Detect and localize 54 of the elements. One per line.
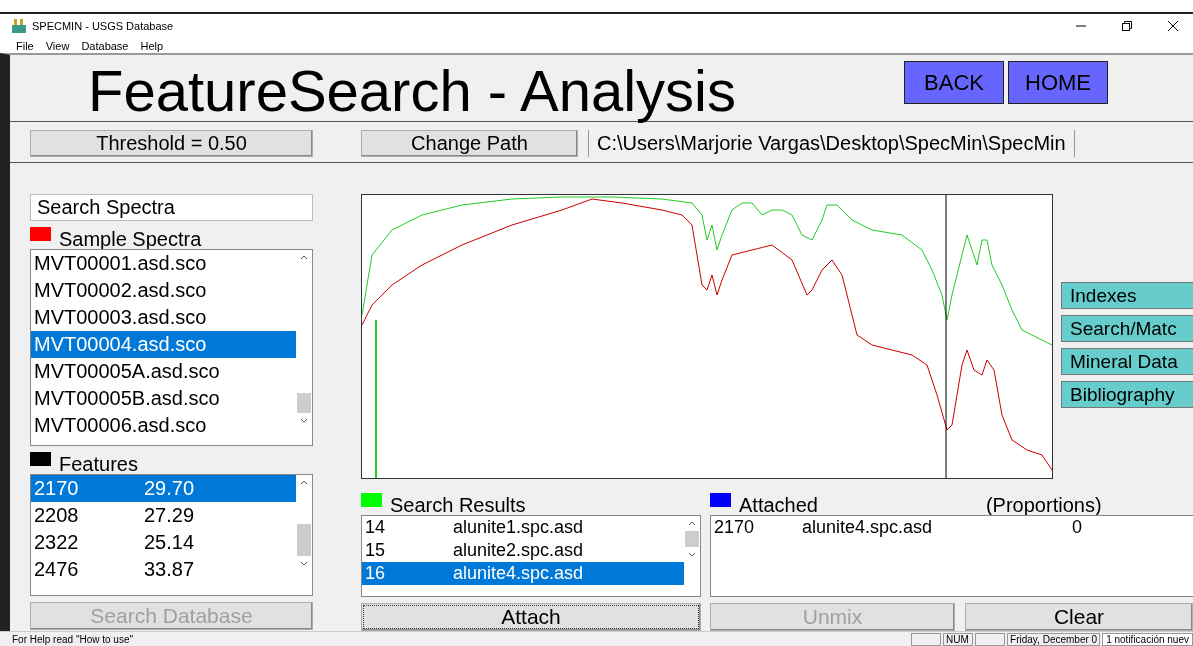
list-label: Search Results [390, 495, 526, 515]
menu-item[interactable]: File [16, 39, 34, 52]
threshold-button[interactable]: Threshold = 0.50 [30, 130, 313, 157]
restore-icon[interactable] [1122, 21, 1132, 31]
nav-button[interactable]: BACK [904, 61, 1004, 104]
list-item[interactable]: 2170 29.70 [31, 475, 296, 502]
list-item[interactable]: MVT00005B.asd.sco [31, 385, 296, 412]
list-item[interactable]: MVT00005A.asd.sco [31, 358, 296, 385]
scroll-down-icon[interactable] [300, 418, 308, 423]
nav-button[interactable]: HOME [1008, 61, 1108, 104]
path-display: C:\Users\Marjorie Vargas\Desktop\SpecMin\SpecMin [588, 130, 1075, 157]
status-pane [911, 632, 942, 646]
scroll-thumb[interactable] [685, 531, 699, 547]
scroll-down-icon[interactable] [300, 561, 308, 566]
notification-tooltip: 1 notificación nuev [1102, 632, 1193, 646]
list-label: Attached [739, 495, 818, 515]
side-button[interactable]: Mineral Data [1061, 348, 1193, 375]
list-label: Features [59, 454, 138, 474]
scroll-up-icon[interactable] [300, 255, 308, 260]
list-item[interactable]: 16 alunite4.spc.asd [362, 562, 684, 585]
list-item[interactable]: 2476 33.87 [31, 556, 296, 583]
list-item[interactable]: MVT00002.asd.sco [31, 277, 296, 304]
side-button[interactable]: Bibliography [1061, 381, 1193, 408]
menu-item[interactable]: View [45, 39, 70, 52]
search-field[interactable]: Search Spectra [30, 194, 313, 221]
window-title: SPECMIN - USGS Database [32, 20, 174, 32]
list-item[interactable]: MVT00003.asd.sco [31, 304, 296, 331]
list-item[interactable]: 2208 27.29 [31, 502, 296, 529]
attach-button[interactable]: Attach [361, 603, 701, 631]
list-item[interactable]: 2170 alunite4.spc.asd 0 [711, 516, 1193, 539]
list-item[interactable]: MVT00001.asd.sco [31, 250, 296, 277]
scroll-thumb[interactable] [297, 524, 311, 556]
page-heading: FeatureSearch - Analysis [88, 61, 737, 121]
list-item[interactable]: 14 alunite1.spc.asd [362, 516, 684, 539]
app-icon [12, 19, 26, 33]
list-item[interactable]: MVT00006.asd.sco [31, 412, 296, 439]
side-button[interactable]: Search/Matc [1061, 315, 1193, 342]
status-pane: NUM [943, 632, 974, 646]
scroll-up-icon[interactable] [688, 521, 696, 526]
status-text: For Help read "How to use" [12, 633, 134, 645]
change-path-button[interactable]: Change Path [361, 130, 578, 157]
list-item[interactable]: 2322 25.14 [31, 529, 296, 556]
menu-item[interactable]: Help [140, 39, 164, 52]
list-item[interactable]: 15 alunite2.spc.asd [362, 539, 684, 562]
scroll-down-icon[interactable] [688, 552, 696, 557]
scroll-thumb[interactable] [297, 393, 311, 413]
status-pane [975, 632, 1006, 646]
menu-item[interactable]: Database [81, 39, 129, 52]
close-icon[interactable] [1168, 21, 1178, 31]
clear-button[interactable]: Clear [965, 603, 1193, 631]
side-button[interactable]: Indexes [1061, 282, 1193, 309]
status-date: Friday, December 0 [1007, 632, 1101, 646]
scroll-up-icon[interactable] [300, 480, 308, 485]
list-item[interactable]: MVT00004.asd.sco [31, 331, 296, 358]
